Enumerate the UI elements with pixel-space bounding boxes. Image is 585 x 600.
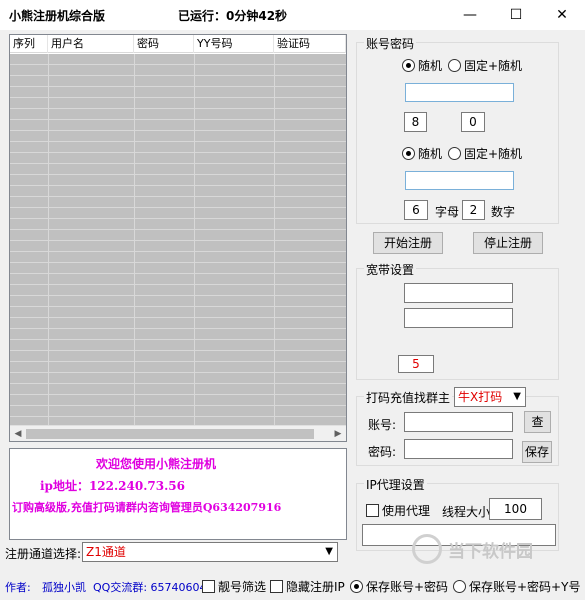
column-header-captcha[interactable]: 验证码 [274, 35, 346, 53]
radio-unchecked-icon [453, 580, 466, 593]
captcha-account-input[interactable] [404, 412, 513, 432]
account-table[interactable]: 序列 用户名 密码 YY号码 验证码 ◀ ▶ [9, 34, 347, 442]
use-proxy-checkbox[interactable]: 使用代理 [366, 502, 430, 519]
pwd-fixed-radio[interactable]: 固定+随机 [448, 145, 522, 162]
account-group-label: 账号密码 [364, 35, 417, 52]
pwd-digits-label: 数字 [491, 205, 516, 219]
close-button[interactable]: ✕ [539, 0, 585, 30]
table-rows[interactable] [10, 54, 346, 426]
pwd-digits-input[interactable]: 2 [462, 200, 485, 220]
captcha-password-input[interactable] [404, 439, 513, 459]
captcha-account-label: 账号: [368, 418, 397, 432]
radio-unchecked-icon [448, 59, 461, 72]
filter-checkbox[interactable]: 靓号筛选 [202, 578, 266, 595]
column-header-index[interactable]: 序列 [10, 35, 48, 53]
scroll-thumb[interactable] [26, 429, 314, 439]
captcha-group-label: 打码充值找群主 [364, 389, 453, 406]
chevron-down-icon: ▼ [325, 546, 333, 557]
user-prefix-input[interactable] [405, 83, 514, 102]
save-button[interactable]: 保存 [522, 441, 552, 463]
scroll-left-icon[interactable]: ◀ [10, 427, 26, 441]
checkbox-icon [202, 580, 215, 593]
query-button[interactable]: 查 [524, 411, 551, 433]
order-text: 订购高级版,充值打码请群内咨询管理员Q634207916 [12, 501, 282, 514]
channel-label: 注册通道选择: [5, 547, 82, 561]
start-button[interactable]: 开始注册 [373, 232, 443, 254]
pwd-letters-label: 字母 [435, 205, 460, 219]
user-fixed-radio[interactable]: 固定+随机 [448, 57, 522, 74]
welcome-text: 欢迎您使用小熊注册机 [96, 457, 217, 471]
logo-circle-icon [412, 534, 442, 564]
radio-checked-icon [402, 147, 415, 160]
user-length-a-input[interactable]: 8 [404, 112, 427, 132]
broadband-interval-input[interactable]: 5 [398, 355, 434, 373]
user-random-radio[interactable]: 随机 [402, 57, 442, 74]
table-header: 序列 用户名 密码 YY号码 验证码 [10, 35, 346, 53]
author-name: 孤独小凯 [42, 581, 86, 594]
horizontal-scrollbar[interactable]: ◀ ▶ [10, 425, 346, 441]
stop-button[interactable]: 停止注册 [473, 232, 543, 254]
radio-checked-icon [350, 580, 363, 593]
channel-select[interactable]: Z1通道 ▼ [82, 542, 338, 562]
radio-unchecked-icon [448, 147, 461, 160]
checkbox-icon [366, 504, 379, 517]
ip-text: ip地址：122.240.73.56 [40, 479, 185, 493]
broadband-password-input[interactable] [404, 308, 513, 328]
qq-group-text: QQ交流群: 65740604 [93, 581, 207, 594]
runtime-label: 已运行：0分钟42秒 [178, 9, 288, 23]
hide-ip-checkbox[interactable]: 隐藏注册IP [270, 578, 345, 595]
save-acc-pwd-yy-radio[interactable]: 保存账号+密码+Y号 [453, 578, 580, 595]
captcha-password-label: 密码: [368, 445, 397, 459]
maximize-button[interactable]: ☐ [493, 0, 539, 30]
captcha-service-select[interactable]: 牛X打码 ▼ [454, 387, 526, 407]
radio-checked-icon [402, 59, 415, 72]
threads-label: 线程大小 [442, 505, 491, 519]
chevron-down-icon: ▼ [513, 391, 521, 402]
pwd-random-radio[interactable]: 随机 [402, 145, 442, 162]
author-label: 作者: [5, 581, 31, 594]
threads-input[interactable]: 100 [489, 498, 542, 520]
column-header-username[interactable]: 用户名 [48, 35, 134, 53]
scroll-right-icon[interactable]: ▶ [330, 427, 346, 441]
pwd-prefix-input[interactable] [405, 171, 514, 190]
save-acc-pwd-radio[interactable]: 保存账号+密码 [350, 578, 448, 595]
user-length-b-input[interactable]: 0 [461, 112, 485, 132]
broadband-group-label: 宽带设置 [364, 261, 417, 278]
column-header-password[interactable]: 密码 [134, 35, 194, 53]
message-box: 欢迎您使用小熊注册机 ip地址：122.240.73.56 订购高级版,充值打码… [9, 448, 347, 540]
watermark-logo: 当下软件园 [412, 534, 533, 564]
column-header-yy[interactable]: YY号码 [194, 35, 274, 53]
broadband-account-input[interactable] [404, 283, 513, 303]
pwd-letters-input[interactable]: 6 [404, 200, 428, 220]
minimize-button[interactable]: — [447, 0, 493, 30]
window-title: 小熊注册机综合版 [9, 9, 106, 23]
checkbox-icon [270, 580, 283, 593]
proxy-group-label: IP代理设置 [364, 476, 427, 493]
